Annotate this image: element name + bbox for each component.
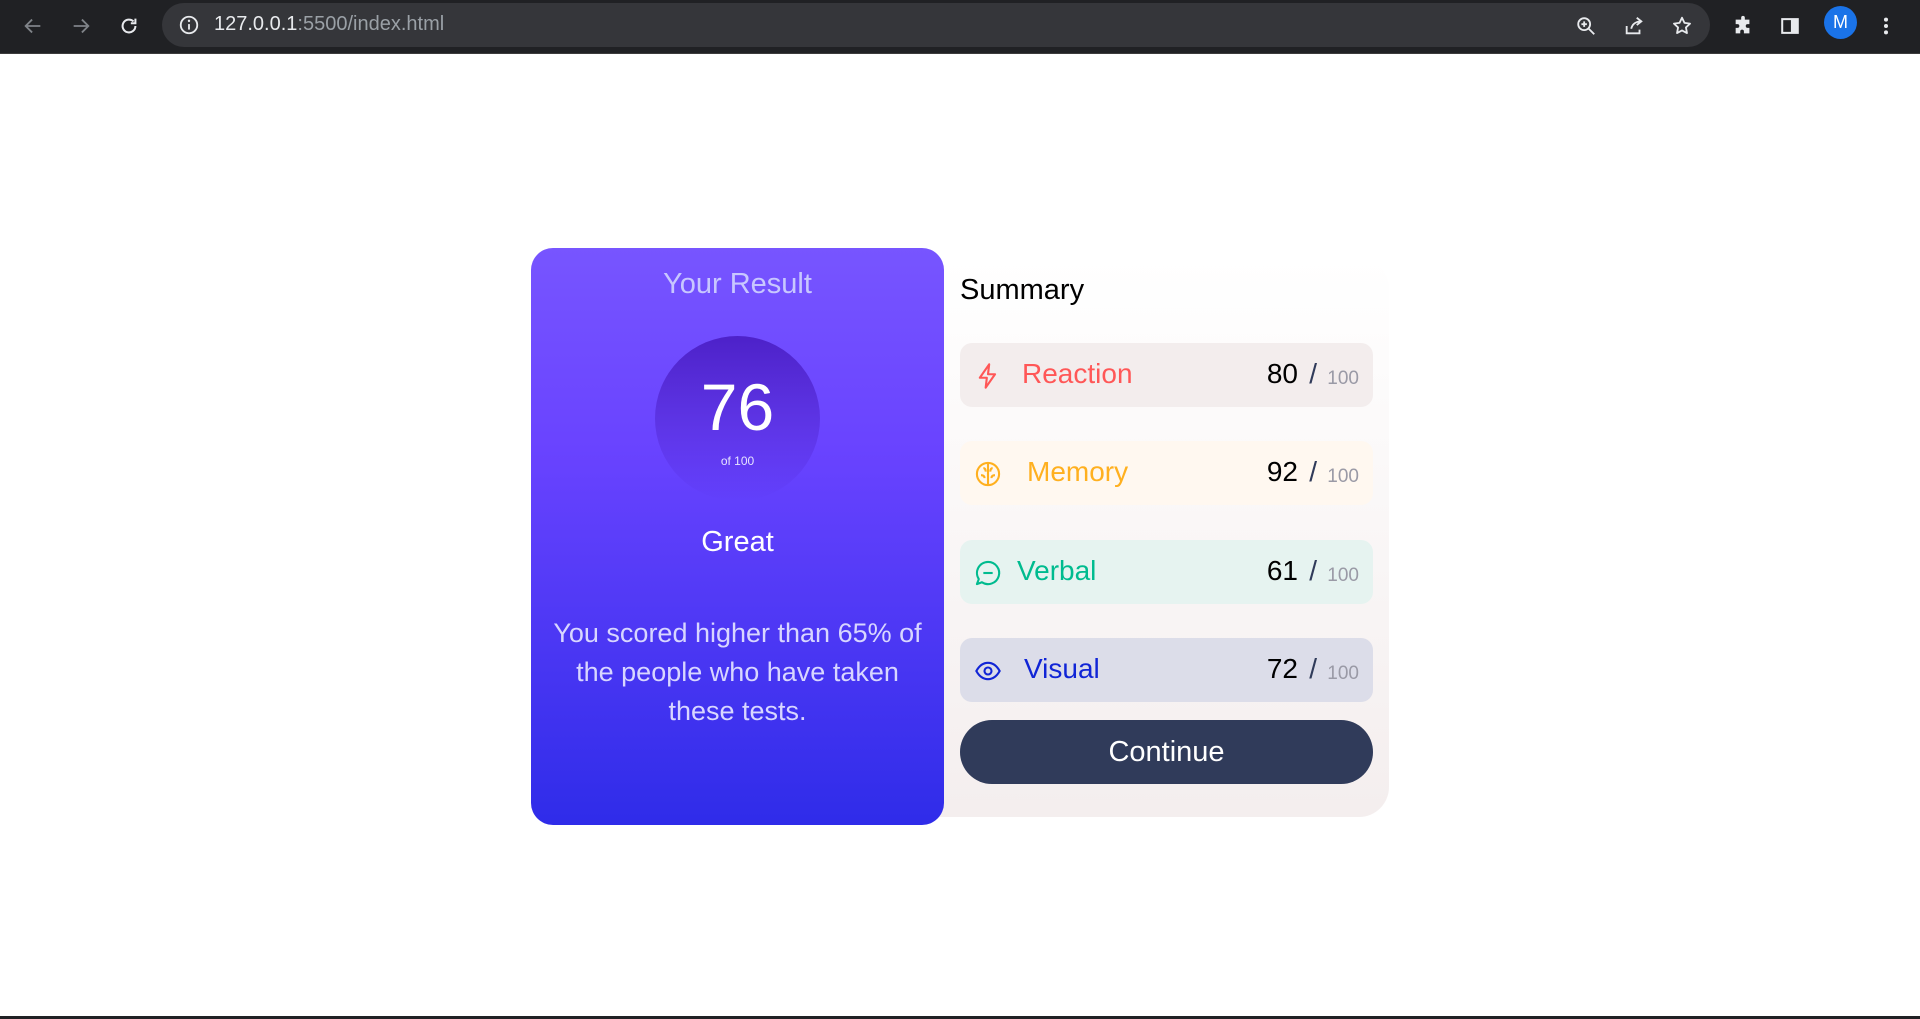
summary-item-label: Memory bbox=[1027, 456, 1129, 487]
summary-item-max: 100 bbox=[1327, 466, 1359, 487]
arrow-left-icon bbox=[24, 18, 41, 34]
back-button[interactable] bbox=[16, 9, 50, 43]
summary-item-score: 80 bbox=[1266, 358, 1298, 389]
reload-button[interactable] bbox=[112, 9, 146, 43]
url-text: 127.0.0.1:5500/index.html bbox=[214, 13, 444, 36]
summary-item-label: Verbal bbox=[1017, 555, 1097, 586]
result-description: You scored higher than 65% of the people… bbox=[553, 618, 922, 726]
summary-item-slash: / bbox=[1309, 358, 1317, 389]
score-circle: 76 of 100 bbox=[655, 336, 820, 501]
summary-item-label: Reaction bbox=[1022, 358, 1133, 389]
summary-item-score: 61 bbox=[1266, 555, 1298, 586]
arrow-right-icon bbox=[73, 18, 90, 34]
forward-button[interactable] bbox=[64, 9, 98, 43]
summary-item-score: 72 bbox=[1266, 653, 1298, 684]
zoom-icon[interactable] bbox=[1573, 13, 1599, 39]
reload-icon bbox=[121, 18, 137, 34]
summary-item-max: 100 bbox=[1327, 368, 1359, 389]
summary-item-reaction: Reaction 80 / 100 bbox=[960, 343, 1373, 407]
summary-item-memory: Memory 92 / 100 bbox=[960, 441, 1373, 505]
address-bar[interactable]: 127.0.0.1:5500/index.html bbox=[162, 3, 1710, 47]
summary-item-max: 100 bbox=[1327, 565, 1359, 586]
extensions-icon[interactable] bbox=[1727, 9, 1759, 43]
site-info-icon[interactable] bbox=[178, 14, 200, 36]
summary-title: Summary bbox=[960, 274, 1085, 306]
url-host: 127.0.0.1 bbox=[214, 13, 298, 35]
browser-toolbar: 127.0.0.1:5500/index.html M bbox=[0, 0, 1920, 54]
summary-item-label: Visual bbox=[1024, 653, 1100, 684]
summary-item-max: 100 bbox=[1327, 663, 1359, 684]
summary-item-slash: / bbox=[1309, 456, 1317, 487]
result-grade: Great bbox=[701, 526, 774, 558]
brain-icon bbox=[974, 460, 1002, 488]
eye-icon bbox=[974, 657, 1002, 685]
summary-item-score: 92 bbox=[1266, 456, 1298, 487]
menu-kebab-icon[interactable] bbox=[1870, 9, 1902, 43]
result-card: Your Result 76 of 100 Great You scored h… bbox=[531, 248, 944, 825]
score-of-label: of 100 bbox=[720, 454, 755, 468]
summary-item-verbal: Verbal 61 / 100 bbox=[960, 540, 1373, 604]
url-path: :5500/index.html bbox=[297, 13, 445, 35]
lightning-icon bbox=[974, 362, 1002, 390]
score-value: 76 bbox=[700, 370, 775, 444]
profile-avatar[interactable]: M bbox=[1824, 6, 1857, 39]
bookmark-star-icon[interactable] bbox=[1669, 13, 1695, 39]
share-icon[interactable] bbox=[1621, 13, 1647, 39]
side-panel-icon[interactable] bbox=[1774, 9, 1806, 43]
summary-item-slash: / bbox=[1309, 653, 1317, 684]
summary-item-visual: Visual 72 / 100 bbox=[960, 638, 1373, 702]
summary-item-slash: / bbox=[1309, 555, 1317, 586]
result-title: Your Result bbox=[663, 268, 812, 300]
chat-bubble-icon bbox=[974, 559, 1002, 587]
continue-button[interactable]: Continue bbox=[960, 720, 1373, 784]
